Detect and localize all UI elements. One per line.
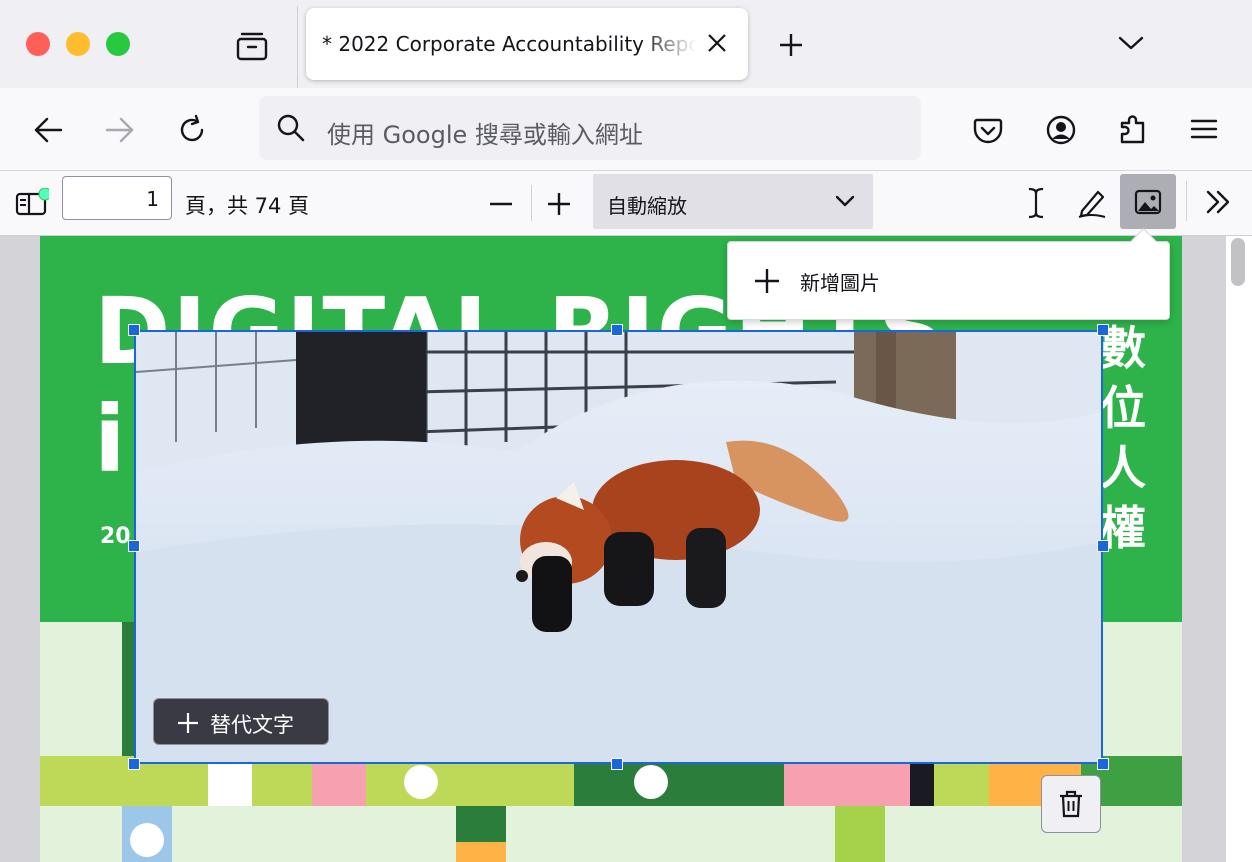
new-tab-icon[interactable] <box>776 30 806 60</box>
tab-close-icon[interactable] <box>706 32 728 54</box>
document-year: 20 <box>100 524 131 549</box>
active-tab[interactable]: * 2022 Corporate Accountability Report <box>306 8 748 80</box>
url-placeholder: 使用 Google 搜尋或輸入網址 <box>327 121 643 149</box>
add-image-tool-button[interactable] <box>1120 174 1176 229</box>
close-window-button[interactable] <box>26 32 50 56</box>
tab-separator <box>297 6 298 88</box>
zoom-select[interactable]: 自動縮放 <box>593 174 873 229</box>
resize-handle-bottom-right[interactable] <box>1097 758 1109 770</box>
minimize-window-button[interactable] <box>66 32 90 56</box>
zoom-in-icon[interactable] <box>544 189 574 219</box>
pocket-icon[interactable] <box>970 112 1006 148</box>
navigation-toolbar: 使用 Google 搜尋或輸入網址 <box>0 88 1252 171</box>
plus-icon <box>176 711 200 735</box>
side-glyph-3: 人 <box>1100 441 1146 495</box>
back-arrow-icon[interactable] <box>30 114 66 146</box>
alt-text-label: 替代文字 <box>210 713 294 737</box>
add-image-popup: 新增圖片 <box>727 241 1170 320</box>
reload-icon[interactable] <box>174 112 210 148</box>
tab-title: * 2022 Corporate Accountability Report <box>322 32 696 56</box>
resize-handle-top-right[interactable] <box>1097 324 1109 336</box>
alt-text-button[interactable]: 替代文字 <box>153 698 329 745</box>
resize-handle-top[interactable] <box>611 324 623 336</box>
text-tool-icon[interactable] <box>1020 185 1052 221</box>
pdf-toolbar: 1 頁，共 74 頁 自動縮放 <box>0 171 1252 236</box>
forward-arrow-icon[interactable] <box>102 114 138 146</box>
draw-pencil-icon[interactable] <box>1074 185 1110 221</box>
resize-handle-top-left[interactable] <box>128 324 140 336</box>
scrollbar-thumb[interactable] <box>1231 238 1245 286</box>
double-chevron-right-icon[interactable] <box>1203 187 1235 217</box>
toolbar-separator <box>531 185 532 221</box>
chevron-down-icon <box>833 192 857 210</box>
add-image-menu-item[interactable]: 新增圖片 <box>800 267 880 296</box>
zoom-out-icon[interactable] <box>486 189 516 219</box>
resize-handle-bottom[interactable] <box>611 758 623 770</box>
resize-handle-right[interactable] <box>1097 540 1109 552</box>
resize-handle-bottom-left[interactable] <box>128 758 140 770</box>
delete-image-button[interactable] <box>1041 775 1101 833</box>
page-count-label: 頁，共 74 頁 <box>185 194 310 218</box>
page-number-value: 1 <box>146 187 159 211</box>
sidebar-toggle-icon[interactable] <box>14 187 50 219</box>
resize-handle-left[interactable] <box>128 540 140 552</box>
add-plus-icon[interactable] <box>754 268 780 294</box>
toolbar-separator-right <box>1186 181 1187 221</box>
menu-icon[interactable] <box>1188 114 1220 144</box>
side-glyph-1: 數 <box>1100 321 1146 375</box>
search-icon <box>275 112 307 144</box>
account-icon[interactable] <box>1043 112 1079 148</box>
extensions-icon[interactable] <box>1115 110 1151 148</box>
trash-icon <box>1056 788 1086 820</box>
tab-groups-icon[interactable] <box>232 28 272 64</box>
list-all-tabs-icon[interactable] <box>1116 30 1146 56</box>
page-number-input[interactable]: 1 <box>62 176 172 220</box>
zoom-window-button[interactable] <box>106 32 130 56</box>
zoom-select-value: 自動縮放 <box>607 194 687 218</box>
address-bar[interactable]: 使用 Google 搜尋或輸入網址 <box>259 96 921 160</box>
image-icon <box>1132 186 1164 218</box>
side-glyph-2: 位 <box>1100 381 1146 435</box>
title-bar: * 2022 Corporate Accountability Report <box>0 0 1252 88</box>
vertical-scrollbar[interactable] <box>1226 236 1252 862</box>
